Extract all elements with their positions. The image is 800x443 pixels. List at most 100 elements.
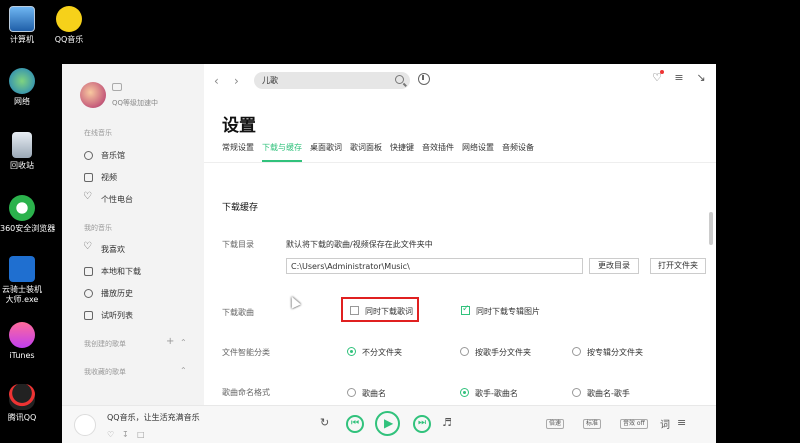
- quality-toggle[interactable]: 标准: [583, 419, 602, 429]
- tab-sound-effects[interactable]: 音效插件: [422, 142, 454, 162]
- radio-song-artist-label[interactable]: 歌曲名-歌手: [587, 388, 630, 399]
- playlist-icon[interactable]: ≡: [677, 416, 686, 429]
- vip-status-text[interactable]: QQ等级加速中: [112, 98, 158, 108]
- tab-network[interactable]: 网络设置: [462, 142, 494, 162]
- sidebar-item-label: 试听列表: [101, 310, 133, 320]
- tab-divider: [204, 162, 716, 163]
- sidebar-item-history[interactable]: 播放历史: [84, 286, 133, 300]
- settings-panel: ‹ › 儿歌 ♡ ≡ ↘ 设置 常规设置 下载与缓存 桌面歌词 歌词面板 快捷键…: [204, 64, 716, 405]
- radio-no-folder-label[interactable]: 不分文件夹: [362, 347, 402, 358]
- radio-by-album-label[interactable]: 按专辑分文件夹: [587, 347, 643, 358]
- download-songs-label: 下载歌曲: [222, 308, 254, 317]
- favorite-icon[interactable]: ♡: [107, 430, 114, 439]
- sound-effect-toggle[interactable]: 音效 off: [620, 419, 648, 429]
- computer-icon: [84, 266, 93, 276]
- comment-icon[interactable]: □: [137, 430, 145, 439]
- next-icon: ⏭: [418, 418, 427, 428]
- search-icon[interactable]: [395, 75, 404, 84]
- album-cover[interactable]: [74, 414, 96, 436]
- radio-song-name[interactable]: [347, 388, 356, 397]
- search-input[interactable]: 儿歌: [262, 75, 278, 86]
- sidebar-item-label: 个性电台: [101, 194, 133, 204]
- desktop-icon-qqmusic[interactable]: QQ音乐: [47, 6, 91, 45]
- back-arrow-icon[interactable]: ‹: [214, 74, 219, 88]
- sidebar-item-radio[interactable]: 个性电台: [83, 191, 133, 206]
- speed-toggle[interactable]: 倍速: [546, 419, 565, 429]
- chevron-up-icon[interactable]: ⌃: [180, 366, 187, 375]
- tab-audio-device[interactable]: 音频设备: [502, 142, 534, 162]
- qqmusic-window: QQ等级加速中 在线音乐 音乐馆 视频 个性电台 我的音乐 我喜欢 本地和下载 …: [62, 64, 716, 443]
- play-button[interactable]: ▶: [375, 411, 400, 436]
- tab-hotkeys[interactable]: 快捷键: [390, 142, 414, 162]
- sidebar-item-label: 我喜欢: [101, 244, 125, 254]
- cover-checkbox-label[interactable]: 同时下载专辑图片: [476, 306, 540, 317]
- sidebar-item-favorites[interactable]: 我喜欢: [83, 241, 125, 256]
- sidebar-item-music-hall[interactable]: 音乐馆: [84, 148, 125, 162]
- radio-artist-song[interactable]: [460, 388, 469, 397]
- listen-recognize-icon[interactable]: [418, 73, 430, 85]
- sidebar-item-label: 播放历史: [101, 288, 133, 298]
- sidebar-item-local-downloads[interactable]: 本地和下载: [84, 264, 141, 278]
- previous-button[interactable]: ⏮: [346, 415, 364, 433]
- desktop-icon-itunes[interactable]: iTunes: [0, 322, 44, 361]
- notification-dot: [660, 70, 664, 74]
- radio-no-folder[interactable]: [347, 347, 356, 356]
- chevron-up-icon[interactable]: ⌃: [180, 338, 187, 347]
- sidebar-item-label: 视频: [101, 172, 117, 182]
- sidebar-item-label: 本地和下载: [101, 266, 141, 276]
- cover-checkbox[interactable]: [461, 304, 470, 315]
- desktop-icon-tencent-qq[interactable]: 腾讯QQ: [0, 384, 44, 423]
- radio-by-album[interactable]: [572, 347, 581, 356]
- tab-desktop-lyrics[interactable]: 桌面歌词: [310, 142, 342, 162]
- recycle-bin-icon: [12, 132, 32, 158]
- radio-by-artist[interactable]: [460, 347, 469, 356]
- sidebar: QQ等级加速中 在线音乐 音乐馆 视频 个性电台 我的音乐 我喜欢 本地和下载 …: [62, 64, 204, 405]
- vip-diamond-icon[interactable]: [112, 83, 122, 91]
- lyrics-checkbox[interactable]: [350, 306, 359, 315]
- section-collected-playlists: 我收藏的歌单: [84, 368, 126, 376]
- section-title: 下载缓存: [222, 203, 259, 213]
- itunes-icon: [9, 322, 35, 348]
- yunqishi-icon: [9, 256, 35, 282]
- computer-icon: [9, 6, 35, 32]
- section-created-playlists: 我创建的歌单: [84, 340, 126, 348]
- radio-by-artist-label[interactable]: 按歌手分文件夹: [475, 347, 531, 358]
- forward-arrow-icon[interactable]: ›: [234, 74, 239, 88]
- tab-download-cache[interactable]: 下载与缓存: [262, 142, 302, 162]
- open-folder-button[interactable]: 打开文件夹: [650, 258, 706, 274]
- sidebar-item-video[interactable]: 视频: [84, 170, 117, 184]
- download-dir-field[interactable]: [286, 258, 583, 274]
- download-icon[interactable]: ↧: [122, 430, 129, 439]
- list-icon: [84, 310, 93, 320]
- loop-icon[interactable]: ↻: [320, 416, 329, 429]
- desktop-icon-360-browser[interactable]: 360安全浏览器: [0, 195, 55, 234]
- radio-artist-song-label[interactable]: 歌手-歌曲名: [475, 388, 518, 399]
- next-button[interactable]: ⏭: [413, 415, 431, 433]
- download-dir-label: 下载目录: [222, 240, 254, 249]
- tab-lyrics-panel[interactable]: 歌词面板: [350, 142, 382, 162]
- page-title: 设置: [222, 116, 256, 136]
- mini-mode-icon[interactable]: ↘: [694, 71, 708, 85]
- volume-icon[interactable]: ♬: [442, 416, 452, 429]
- radio-song-artist[interactable]: [572, 388, 581, 397]
- network-globe-icon: [9, 68, 35, 94]
- scrollbar[interactable]: [709, 212, 713, 245]
- music-hall-icon: [84, 150, 93, 160]
- naming-label: 歌曲命名格式: [222, 388, 270, 397]
- desktop-icon-recycle-bin[interactable]: 回收站: [0, 132, 44, 171]
- settings-tabs: 常规设置 下载与缓存 桌面歌词 歌词面板 快捷键 音效插件 网络设置 音频设备: [222, 142, 542, 162]
- desktop-icon-computer[interactable]: 计算机: [0, 6, 44, 45]
- lyrics-checkbox-label[interactable]: 同时下载歌词: [365, 306, 413, 317]
- add-playlist-icon[interactable]: +: [166, 336, 174, 347]
- desktop-icon-network[interactable]: 网络: [0, 68, 44, 107]
- sidebar-item-trial-list[interactable]: 试听列表: [84, 308, 133, 322]
- search-box[interactable]: 儿歌: [254, 72, 410, 89]
- lyrics-toggle[interactable]: 词: [660, 416, 670, 431]
- change-dir-button[interactable]: 更改目录: [589, 258, 639, 274]
- menu-icon[interactable]: ≡: [672, 71, 686, 85]
- desktop-icon-yunqishi[interactable]: 云骑士装机 大师.exe: [0, 256, 44, 305]
- section-my-music: 我的音乐: [84, 224, 112, 232]
- tab-general[interactable]: 常规设置: [222, 142, 254, 162]
- avatar[interactable]: [80, 82, 106, 108]
- radio-song-name-label[interactable]: 歌曲名: [362, 388, 386, 399]
